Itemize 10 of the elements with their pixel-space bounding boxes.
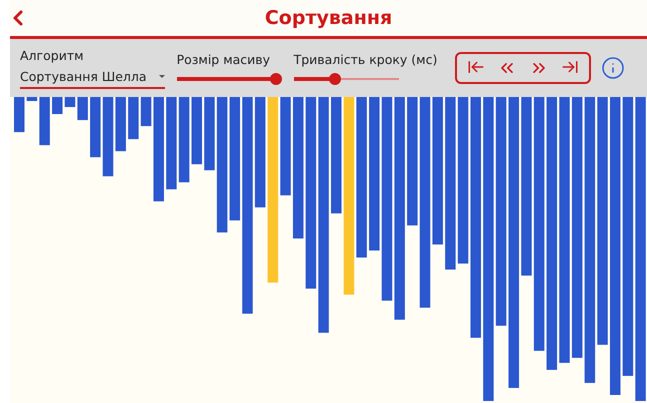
slider[interactable] [176,72,282,84]
algorithm-label: Алгоритм [20,48,85,62]
slider-label: Тривалість кроку (мс) [294,52,438,66]
arrow-to-end-icon [561,58,580,76]
page-title: Сортування [264,7,392,29]
algorithm-dropdown[interactable]: Сортування Шелла [20,68,165,88]
arrow-to-start-icon [467,58,486,76]
slider[interactable] [294,72,399,84]
slider-label: Розмір масиву [176,52,272,66]
info-icon[interactable] [601,56,626,80]
